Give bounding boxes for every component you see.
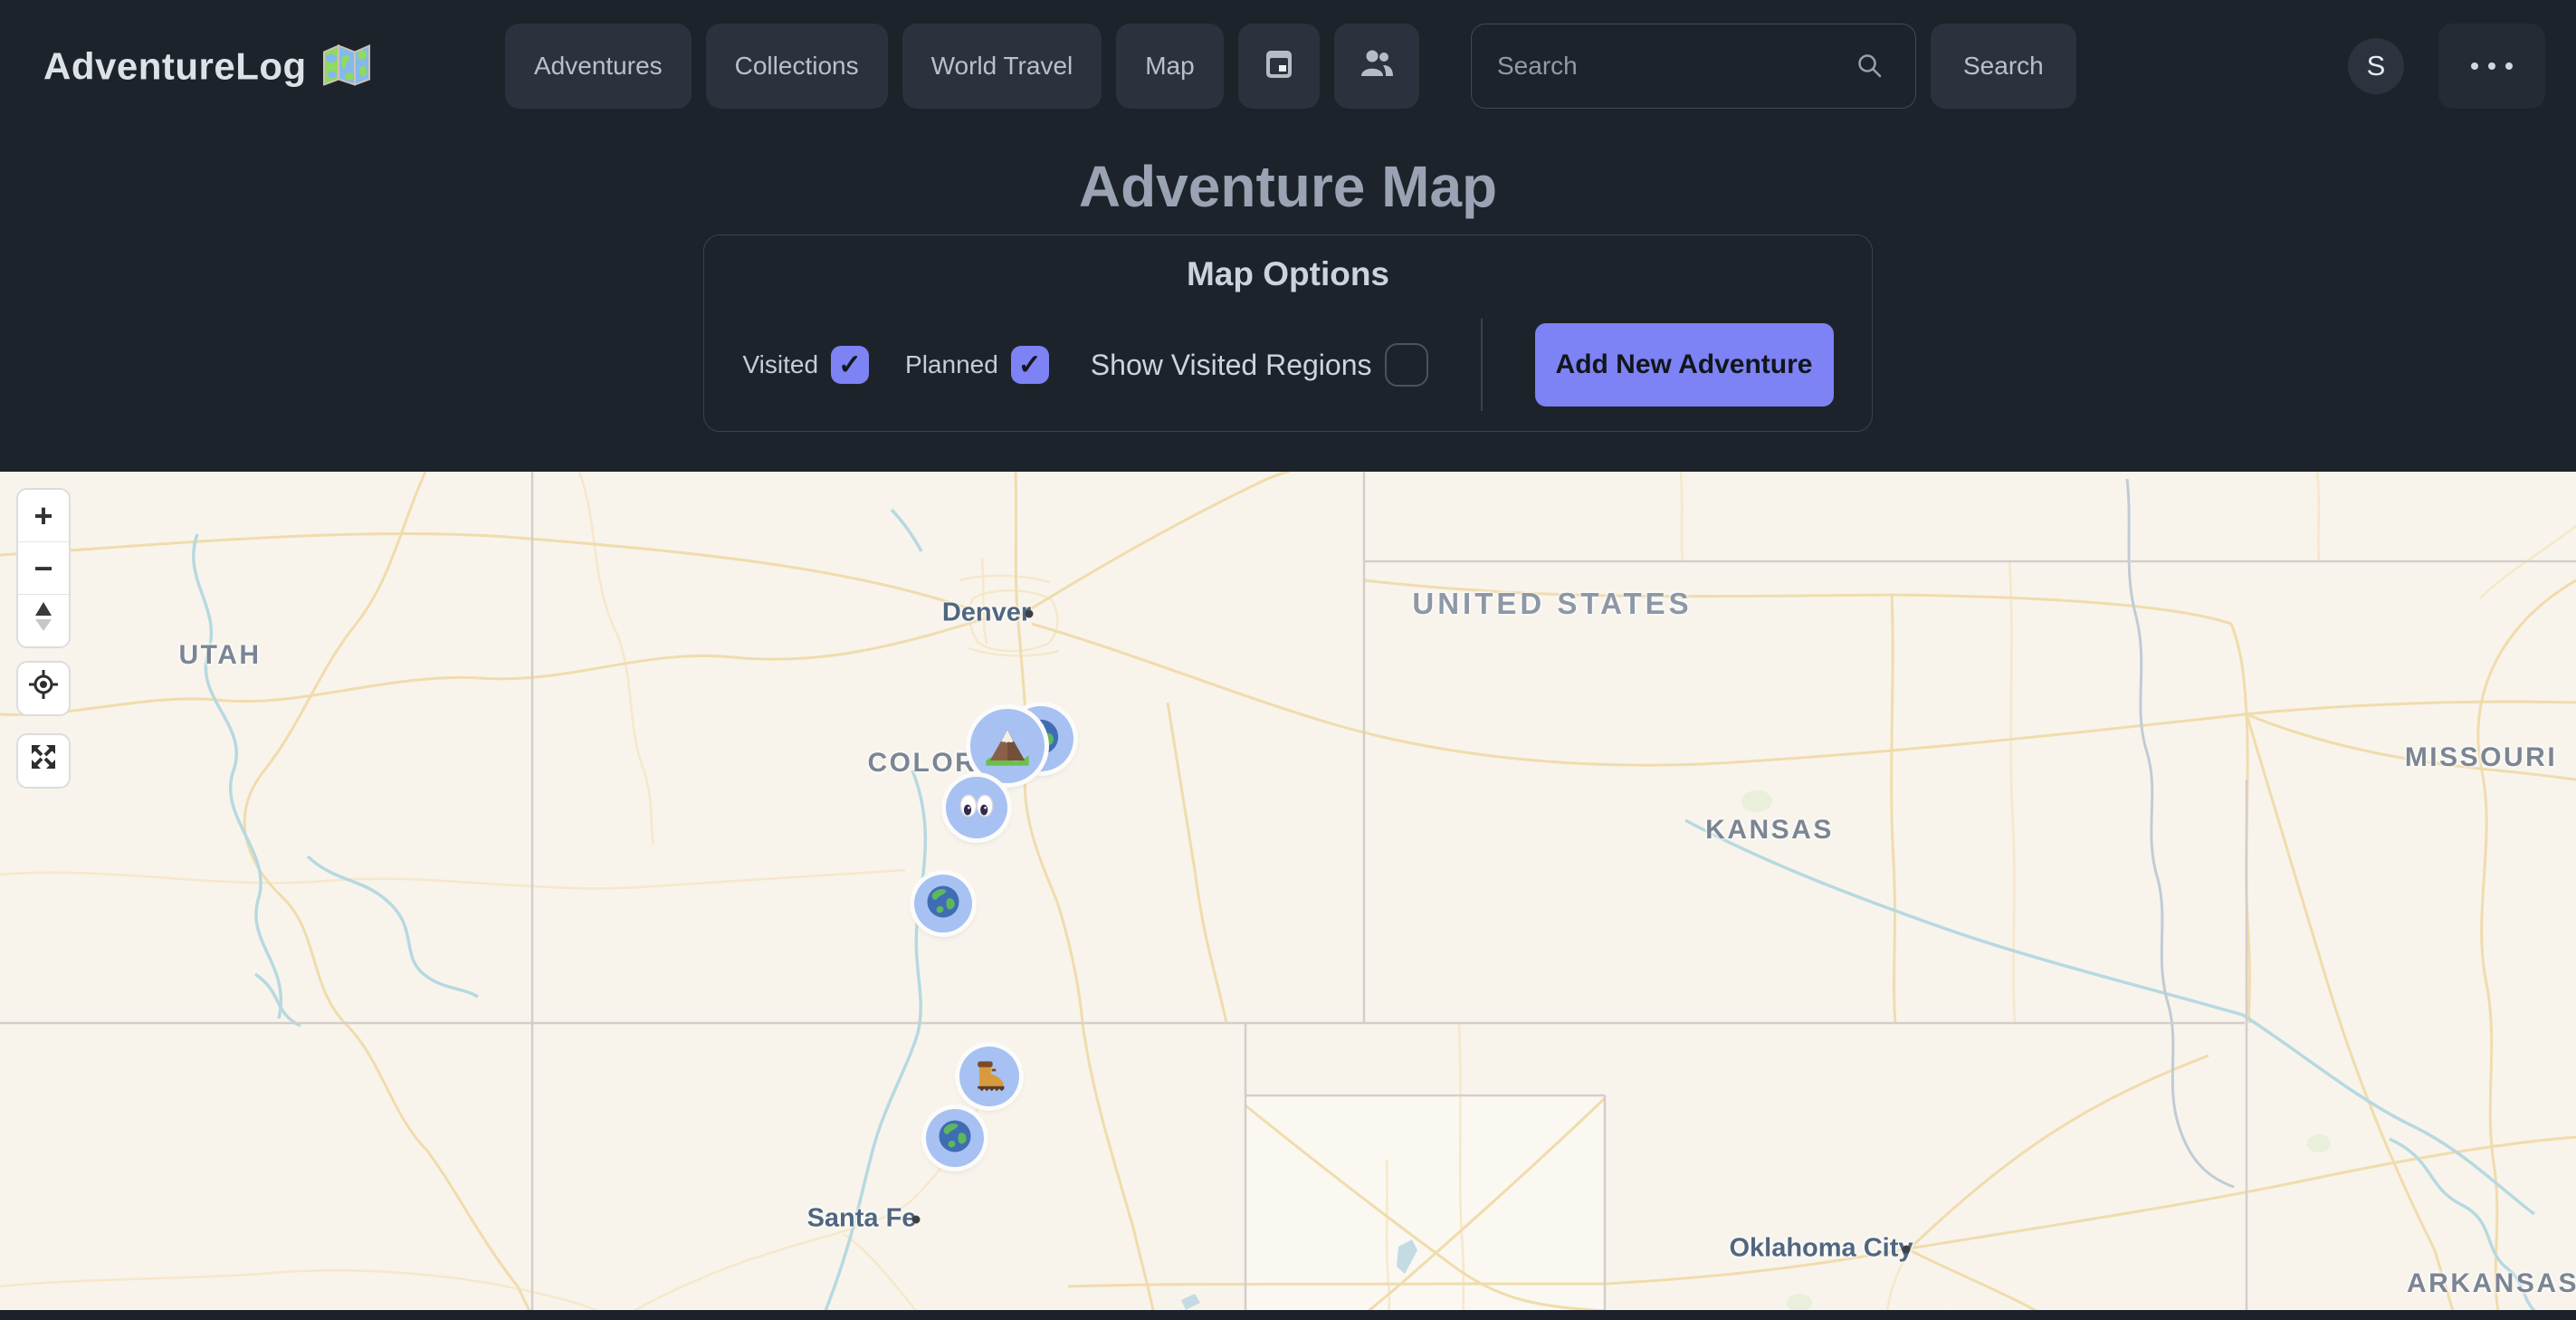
show-visited-regions-label: Show Visited Regions (1091, 349, 1372, 382)
visited-checkbox[interactable]: ✓ (831, 346, 869, 384)
map-options-card: Map Options Visited ✓ Planned ✓ Show Vis… (703, 234, 1873, 432)
nav-map[interactable]: Map (1116, 24, 1223, 109)
state-label-arkansas: ARKANSAS (2407, 1268, 2576, 1299)
navbar: AdventureLog Adventures Collections Worl… (0, 0, 2576, 133)
main-nav: Adventures Collections World Travel Map (505, 24, 1419, 109)
app-logo[interactable]: AdventureLog (43, 43, 372, 90)
map-basemap (0, 472, 2576, 1320)
adventure-marker-mountain[interactable] (970, 709, 1045, 783)
geolocate-icon (28, 669, 59, 708)
city-dot-santa-fe (912, 1216, 921, 1224)
geolocate-button[interactable] (18, 663, 69, 714)
adventure-marker-eyes[interactable] (946, 777, 1007, 838)
search-button[interactable]: Search (1931, 24, 2076, 109)
calendar-icon (1264, 47, 1294, 86)
hero-section: Adventure Map Map Options Visited ✓ Plan… (0, 133, 2576, 472)
adventure-map[interactable]: UTAH COLORADO UNITED STATES KANSAS MISSO… (0, 472, 2576, 1320)
show-visited-regions-checkbox[interactable] (1385, 343, 1428, 387)
planned-label: Planned (905, 350, 998, 379)
more-menu-button[interactable] (2438, 24, 2545, 109)
planned-checkbox[interactable]: ✓ (1011, 346, 1049, 384)
users-icon (1360, 48, 1394, 85)
tilt-control-button[interactable] (18, 595, 69, 646)
add-new-adventure-button[interactable]: Add New Adventure (1535, 323, 1834, 407)
city-label-santa-fe: Santa Fe (807, 1204, 917, 1234)
nav-world-travel[interactable]: World Travel (902, 24, 1102, 109)
zoom-out-button[interactable]: − (18, 542, 69, 594)
city-dot-denver (1026, 610, 1034, 618)
adventure-marker-boot[interactable] (959, 1047, 1019, 1106)
zoom-control-group: + − (16, 488, 71, 648)
eyes-emoji-icon (957, 788, 997, 828)
nav-adventures[interactable]: Adventures (505, 24, 692, 109)
globe-emoji-icon (924, 883, 962, 925)
fullscreen-button[interactable] (18, 735, 69, 787)
avatar[interactable]: S (2348, 38, 2404, 94)
map-options-title: Map Options (704, 255, 1872, 293)
world-map-icon (321, 43, 372, 90)
fullscreen-icon (28, 741, 59, 780)
boot-emoji-icon (969, 1056, 1009, 1098)
state-label-utah: UTAH (178, 640, 261, 671)
page-title: Adventure Map (0, 133, 2576, 220)
calendar-button[interactable] (1238, 24, 1320, 109)
city-dot-oklahoma-city (1903, 1246, 1911, 1254)
zoom-in-button[interactable]: + (18, 490, 69, 541)
geolocate-control (16, 661, 71, 716)
adventure-marker-globe-1[interactable] (914, 875, 972, 933)
state-label-missouri: MISSOURI (2405, 742, 2557, 773)
adventure-marker-globe-2[interactable] (926, 1109, 984, 1167)
shared-users-button[interactable] (1334, 24, 1419, 109)
visited-label: Visited (742, 350, 818, 379)
country-label-united-states: UNITED STATES (1412, 587, 1692, 621)
app-title: AdventureLog (43, 45, 307, 89)
mountain-emoji-icon (983, 720, 1032, 773)
nav-collections[interactable]: Collections (706, 24, 888, 109)
globe-emoji-icon (936, 1117, 974, 1160)
bottom-bar (0, 1310, 2576, 1320)
search-input[interactable] (1471, 24, 1916, 109)
search-area: Search (1471, 24, 2076, 109)
state-label-kansas: KANSAS (1705, 815, 1834, 846)
city-label-denver: Denver (942, 598, 1031, 628)
city-label-oklahoma-city: Oklahoma City (1729, 1234, 1913, 1264)
compass-tilt-icon (30, 600, 57, 641)
ellipsis-icon (2471, 62, 2513, 70)
map-options-controls: Visited ✓ Planned ✓ Show Visited Regions… (704, 319, 1872, 411)
navbar-right: S (2348, 24, 2545, 109)
fullscreen-control (16, 733, 71, 789)
options-divider (1481, 319, 1483, 411)
